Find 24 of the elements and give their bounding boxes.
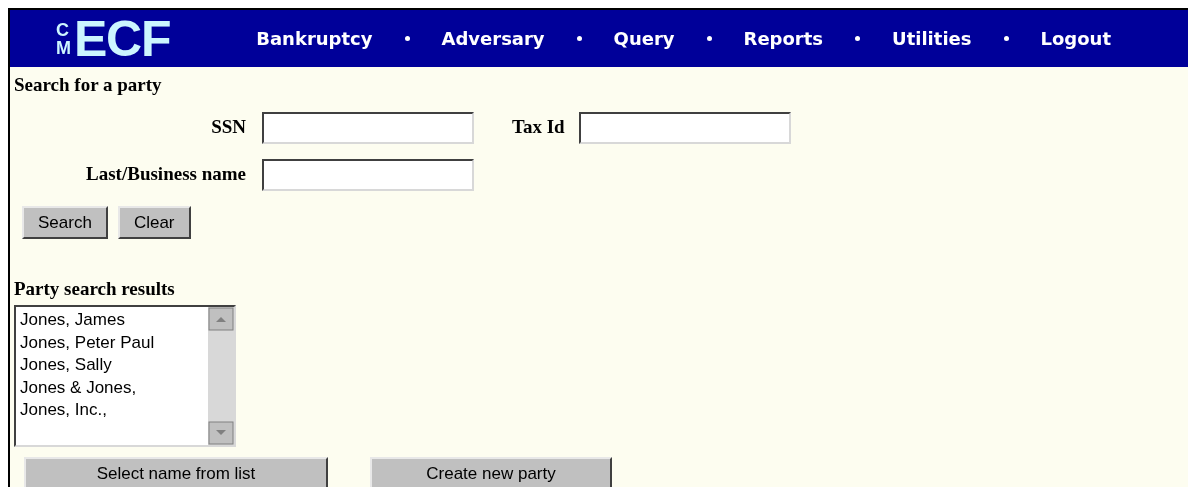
nav-link[interactable]: Utilities <box>892 25 972 52</box>
field-label: SSN <box>210 115 246 140</box>
field-label: Last/Business name <box>85 162 246 187</box>
list-item[interactable]: Jones & Jones, <box>20 376 208 399</box>
form-button[interactable]: Clear <box>117 205 191 239</box>
nav-link[interactable]: Reports <box>743 25 824 52</box>
list-item[interactable]: Jones, James <box>20 309 208 332</box>
tax-id-field[interactable] <box>578 111 791 144</box>
list-item[interactable]: Jones, Peter Paul <box>20 331 208 354</box>
section-heading: Party search results <box>14 276 176 301</box>
nav-link[interactable]: Bankruptcy <box>256 25 373 52</box>
nav-link[interactable]: Adversary <box>441 25 545 52</box>
nav-link[interactable]: Logout <box>1040 25 1111 52</box>
create-party-button[interactable]: Create new party <box>370 457 612 487</box>
ssn-field[interactable] <box>262 111 474 144</box>
select-name-button[interactable]: Select name from list <box>24 457 328 487</box>
form-button[interactable]: Search <box>22 205 108 239</box>
nav-link[interactable]: Query <box>613 25 675 52</box>
section-heading: Search for a party <box>14 73 163 97</box>
field-label: Tax Id <box>512 115 565 140</box>
list-item[interactable]: Jones, Sally <box>20 354 208 377</box>
list-item[interactable]: Jones, Inc., <box>20 399 208 422</box>
results-list[interactable]: Jones, James Jones, Peter Paul Jones, Sally Jones & Jones, Jones, Inc., <box>14 305 236 447</box>
last-name-field[interactable] <box>262 158 474 191</box>
